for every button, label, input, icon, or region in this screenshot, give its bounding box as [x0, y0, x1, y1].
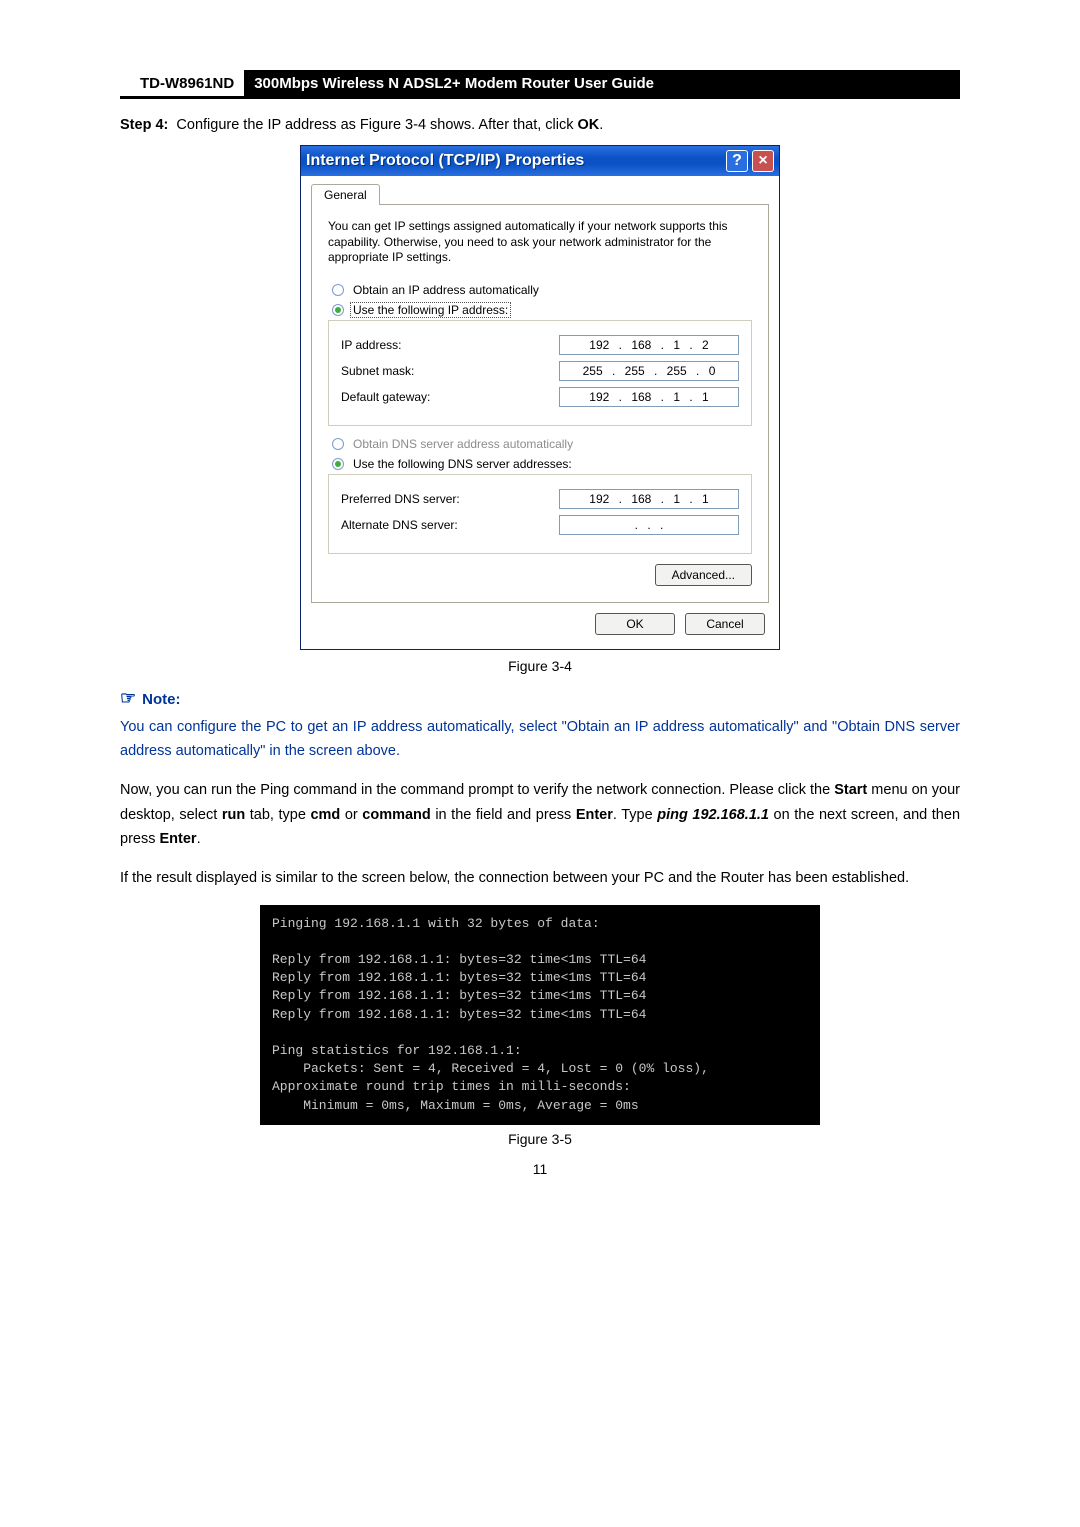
ip-group: IP address: 192 . 168 . 1 . 2 Subnet mas… [328, 320, 752, 426]
page-number: 11 [120, 1161, 960, 1177]
tab-general[interactable]: General [311, 184, 380, 205]
alternate-dns-field[interactable]: . . . [559, 515, 739, 535]
radio-use-following-ip[interactable]: Use the following IP address: [332, 302, 752, 318]
cancel-button[interactable]: Cancel [685, 613, 765, 635]
radio-obtain-ip-auto[interactable]: Obtain an IP address automatically [332, 282, 752, 298]
advanced-button[interactable]: Advanced... [655, 564, 752, 586]
subnet-mask-label: Subnet mask: [341, 364, 414, 378]
help-button[interactable]: ? [726, 150, 748, 172]
figure-3-5-caption: Figure 3-5 [120, 1131, 960, 1147]
radio-icon [332, 458, 344, 470]
paragraph-ping-instructions: Now, you can run the Ping command in the… [120, 778, 960, 852]
pointer-icon: ☞ [120, 688, 136, 708]
note-heading: ☞Note: [120, 688, 960, 709]
page-header: TD-W8961ND 300Mbps Wireless N ADSL2+ Mod… [120, 70, 960, 99]
step-label: Step 4: [120, 117, 168, 133]
alternate-dns-label: Alternate DNS server: [341, 518, 458, 532]
step-line: Step 4: Configure the IP address as Figu… [120, 117, 960, 133]
ip-address-label: IP address: [341, 338, 401, 352]
subnet-mask-field[interactable]: 255 . 255 . 255 . 0 [559, 361, 739, 381]
figure-3-4-caption: Figure 3-4 [120, 658, 960, 674]
dialog-title: Internet Protocol (TCP/IP) Properties [306, 152, 584, 170]
ip-address-field[interactable]: 192 . 168 . 1 . 2 [559, 335, 739, 355]
command-prompt-output: Pinging 192.168.1.1 with 32 bytes of dat… [260, 905, 820, 1125]
model-number: TD-W8961ND [120, 70, 244, 96]
close-button[interactable]: × [752, 150, 774, 172]
radio-icon [332, 304, 344, 316]
radio-icon [332, 438, 344, 450]
preferred-dns-label: Preferred DNS server: [341, 492, 460, 506]
tab-panel: You can get IP settings assigned automat… [311, 204, 769, 603]
guide-title: 300Mbps Wireless N ADSL2+ Modem Router U… [244, 70, 960, 96]
radio-icon [332, 284, 344, 296]
default-gateway-field[interactable]: 192 . 168 . 1 . 1 [559, 387, 739, 407]
note-body: You can configure the PC to get an IP ad… [120, 715, 960, 764]
paragraph-result: If the result displayed is similar to th… [120, 866, 960, 891]
settings-description: You can get IP settings assigned automat… [328, 219, 752, 266]
default-gateway-label: Default gateway: [341, 390, 430, 404]
dns-group: Preferred DNS server: 192 . 168 . 1 . 1 … [328, 474, 752, 554]
radio-use-following-dns[interactable]: Use the following DNS server addresses: [332, 456, 752, 472]
dialog-titlebar: Internet Protocol (TCP/IP) Properties ? … [301, 146, 779, 176]
radio-obtain-dns-auto: Obtain DNS server address automatically [332, 436, 752, 452]
ok-button[interactable]: OK [595, 613, 675, 635]
preferred-dns-field[interactable]: 192 . 168 . 1 . 1 [559, 489, 739, 509]
tcpip-properties-dialog: Internet Protocol (TCP/IP) Properties ? … [300, 145, 780, 650]
tab-bar: General [311, 184, 769, 205]
